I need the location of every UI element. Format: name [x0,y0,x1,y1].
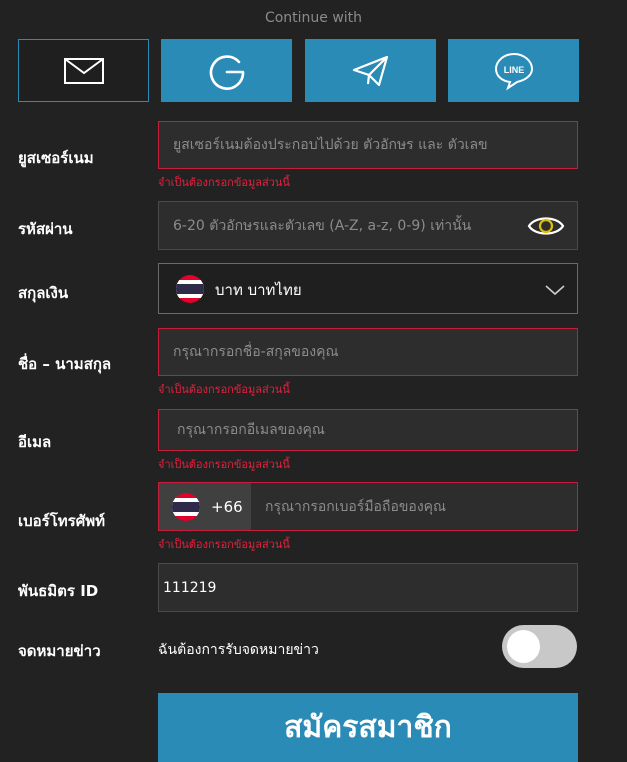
google-signin-button[interactable] [161,39,292,102]
password-label: รหัสผ่าน [18,220,73,238]
currency-value: บาท บาทไทย [215,281,302,299]
chevron-down-icon[interactable] [545,284,565,296]
phone-input[interactable] [251,483,577,530]
email-input[interactable] [159,410,577,450]
continue-with-text: Continue with [264,10,363,26]
username-field-container [158,121,578,169]
fullname-input[interactable] [159,329,577,375]
telegram-icon [352,55,388,86]
affiliate-input[interactable] [159,564,577,611]
password-input[interactable] [159,202,577,249]
svg-text:LINE: LINE [503,65,524,75]
thailand-flag-icon [176,275,204,303]
username-label: ยูสเซอร์เนม [18,149,94,167]
email-signin-button[interactable] [18,39,149,102]
thailand-flag-icon [172,493,200,521]
newsletter-text: ฉันต้องการรับจดหมายข่าว [158,642,319,658]
email-field-container [158,409,578,451]
fullname-label: ชื่อ – นามสกุล [18,355,112,373]
fullname-error: จำเป็นต้องกรอกข้อมูลส่วนนี้ [158,383,290,396]
toggle-knob [507,630,540,663]
register-button[interactable]: สมัครสมาชิก [158,693,578,762]
line-signin-button[interactable]: LINE [448,39,579,102]
email-label: อีเมล [18,433,52,451]
currency-label: สกุลเงิน [18,284,69,302]
phone-field-container: +66 [158,482,578,531]
country-code: +66 [211,498,243,516]
telegram-signin-button[interactable] [305,39,436,102]
affiliate-label: พันธมิตร ID [18,582,99,600]
country-code-selector[interactable]: +66 [159,483,251,530]
email-error: จำเป็นต้องกรอกข้อมูลส่วนนี้ [158,458,290,471]
eye-icon[interactable] [527,213,565,239]
google-icon [209,54,244,90]
envelope-icon [63,57,104,84]
fullname-field-container [158,328,578,376]
password-field-container [158,201,578,250]
username-input[interactable] [159,122,577,168]
username-error: จำเป็นต้องกรอกข้อมูลส่วนนี้ [158,176,290,189]
phone-label: เบอร์โทรศัพท์ [18,512,106,530]
newsletter-label: จดหมายข่าว [18,642,101,660]
currency-select[interactable]: บาท บาทไทย [158,263,578,314]
affiliate-field-container [158,563,578,612]
phone-error: จำเป็นต้องกรอกข้อมูลส่วนนี้ [158,538,290,551]
newsletter-toggle[interactable] [502,625,577,668]
line-icon: LINE [494,52,533,90]
